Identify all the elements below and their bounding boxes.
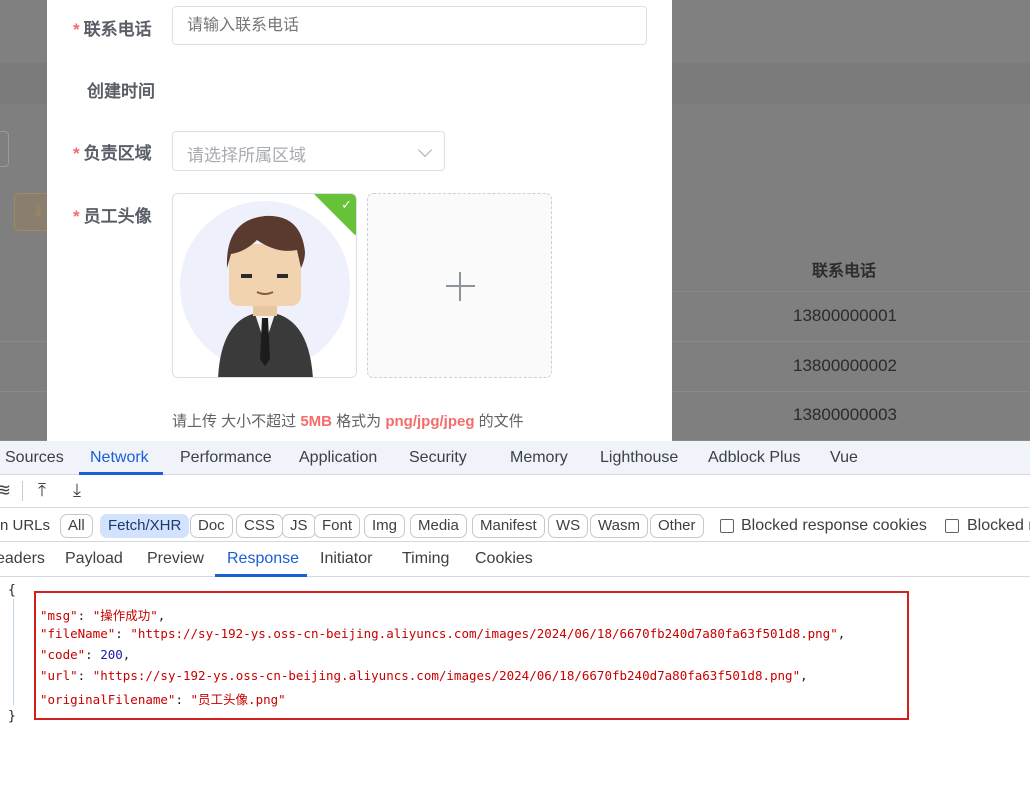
filter-chip-js[interactable]: JS bbox=[282, 514, 316, 538]
tab-vue[interactable]: Vue bbox=[830, 449, 858, 467]
filter-chip-font[interactable]: Font bbox=[314, 514, 361, 538]
tab-memory[interactable]: Memory bbox=[510, 449, 568, 467]
uploaded-avatar-card[interactable]: ✓ bbox=[172, 193, 357, 378]
json-close-brace: } bbox=[8, 709, 16, 724]
json-line-msg: "msg": "操作成功", bbox=[40, 608, 166, 623]
size-limit: 5MB bbox=[300, 413, 333, 430]
allowed-formats: png/jpg/jpeg bbox=[385, 413, 475, 430]
avatar-label: * 员工头像 bbox=[73, 207, 152, 226]
filter-chip-fetch-xhr[interactable]: Fetch/XHR bbox=[100, 514, 190, 538]
json-line-url: "url": "https://sy-192-ys.oss-cn-beijing… bbox=[40, 668, 808, 683]
blocked-cookies-checkbox[interactable] bbox=[720, 519, 734, 533]
tab-network[interactable]: Network bbox=[90, 449, 149, 467]
download-icon[interactable]: ⤓ bbox=[73, 480, 81, 501]
tab-application[interactable]: Application bbox=[299, 449, 377, 467]
background-column-header: 联系电话 bbox=[812, 263, 877, 280]
subtab-headers[interactable]: eaders bbox=[0, 550, 45, 568]
tab-performance[interactable]: Performance bbox=[180, 449, 272, 467]
filter-chip-doc[interactable]: Doc bbox=[190, 514, 233, 538]
filter-chip-wasm[interactable]: Wasm bbox=[590, 514, 648, 538]
blocked-requests-label: Blocked r bbox=[967, 517, 1030, 534]
wifi-settings-icon[interactable]: ≋ bbox=[0, 480, 11, 501]
blocked-requests-checkbox[interactable] bbox=[945, 519, 959, 533]
toolbar-divider bbox=[22, 481, 23, 501]
tab-adblock-plus[interactable]: Adblock Plus bbox=[708, 449, 801, 467]
json-line-filename: "fileName": "https://sy-192-ys.oss-cn-be… bbox=[40, 626, 846, 641]
tab-security[interactable]: Security bbox=[409, 449, 467, 467]
json-line-original-filename: "originalFilename": "员工头像.png" bbox=[40, 692, 286, 707]
employee-form-dialog: *联系电话 创建时间 *负责区域 请选择所属区域 *员工头像 bbox=[47, 0, 672, 441]
region-select-placeholder: 请选择所属区域 bbox=[187, 146, 306, 165]
phone-input[interactable] bbox=[172, 6, 647, 45]
subtab-response[interactable]: Response bbox=[227, 550, 299, 568]
background-table-header: 联系电话 bbox=[672, 244, 1030, 292]
subtab-timing[interactable]: Timing bbox=[402, 550, 449, 568]
request-detail-tabs: eaders Payload Preview Response Initiato… bbox=[0, 542, 1030, 577]
created-time-label: 创建时间 bbox=[87, 82, 155, 101]
background-phone-cell: 13800000002 bbox=[793, 356, 898, 375]
upload-icon[interactable]: ⤒ bbox=[38, 480, 46, 501]
tab-sources[interactable]: Sources bbox=[5, 449, 64, 467]
filter-chip-media[interactable]: Media bbox=[410, 514, 467, 538]
network-toolbar: ≋ ⤒ ⤓ bbox=[0, 475, 1030, 508]
filter-chip-manifest[interactable]: Manifest bbox=[472, 514, 545, 538]
check-icon: ✓ bbox=[341, 197, 352, 212]
json-open-brace: { bbox=[8, 583, 16, 598]
download-icon: ⤓ bbox=[35, 202, 43, 219]
filter-urls-label: n URLs bbox=[0, 517, 51, 534]
upload-tip: 请上传 大小不超过 5MB 格式为 png/jpg/jpeg 的文件 bbox=[172, 413, 524, 430]
filter-chip-all[interactable]: All bbox=[60, 514, 93, 538]
region-label: * 负责区域 bbox=[73, 144, 152, 163]
filter-chip-css[interactable]: CSS bbox=[236, 514, 283, 538]
web-app: ⤓ 联系电话 13800000001 13800000002 138000000… bbox=[0, 0, 1030, 441]
blocked-cookies-label: Blocked response cookies bbox=[741, 517, 927, 534]
subtab-payload[interactable]: Payload bbox=[65, 550, 123, 568]
filter-chip-ws[interactable]: WS bbox=[548, 514, 589, 538]
phone-label: * 联系电话 bbox=[73, 20, 152, 39]
subtab-cookies[interactable]: Cookies bbox=[475, 550, 533, 568]
region-select[interactable]: 请选择所属区域 bbox=[172, 131, 445, 171]
subtab-initiator[interactable]: Initiator bbox=[320, 550, 372, 568]
subtab-preview[interactable]: Preview bbox=[147, 550, 204, 568]
avatar-image bbox=[180, 201, 350, 377]
json-indent-guide bbox=[13, 599, 14, 705]
background-search-input bbox=[0, 131, 9, 167]
network-filter-bar: n URLs All Fetch/XHR Doc CSS JS Font Img… bbox=[0, 508, 1030, 542]
background-phone-cell: 13800000001 bbox=[793, 306, 898, 325]
tab-lighthouse[interactable]: Lighthouse bbox=[600, 449, 678, 467]
response-body: { "msg": "操作成功", "fileName": "https://sy… bbox=[0, 577, 1030, 797]
background-phone-cell: 13800000003 bbox=[793, 405, 898, 424]
json-line-code: "code": 200, bbox=[40, 647, 131, 662]
add-image-button[interactable] bbox=[367, 193, 552, 378]
filter-chip-img[interactable]: Img bbox=[364, 514, 406, 538]
devtools-tabbar: Sources Network Performance Application … bbox=[0, 441, 1030, 475]
devtools-panel: Sources Network Performance Application … bbox=[0, 441, 1030, 797]
filter-chip-other[interactable]: Other bbox=[650, 514, 704, 538]
chevron-down-icon bbox=[417, 142, 433, 158]
